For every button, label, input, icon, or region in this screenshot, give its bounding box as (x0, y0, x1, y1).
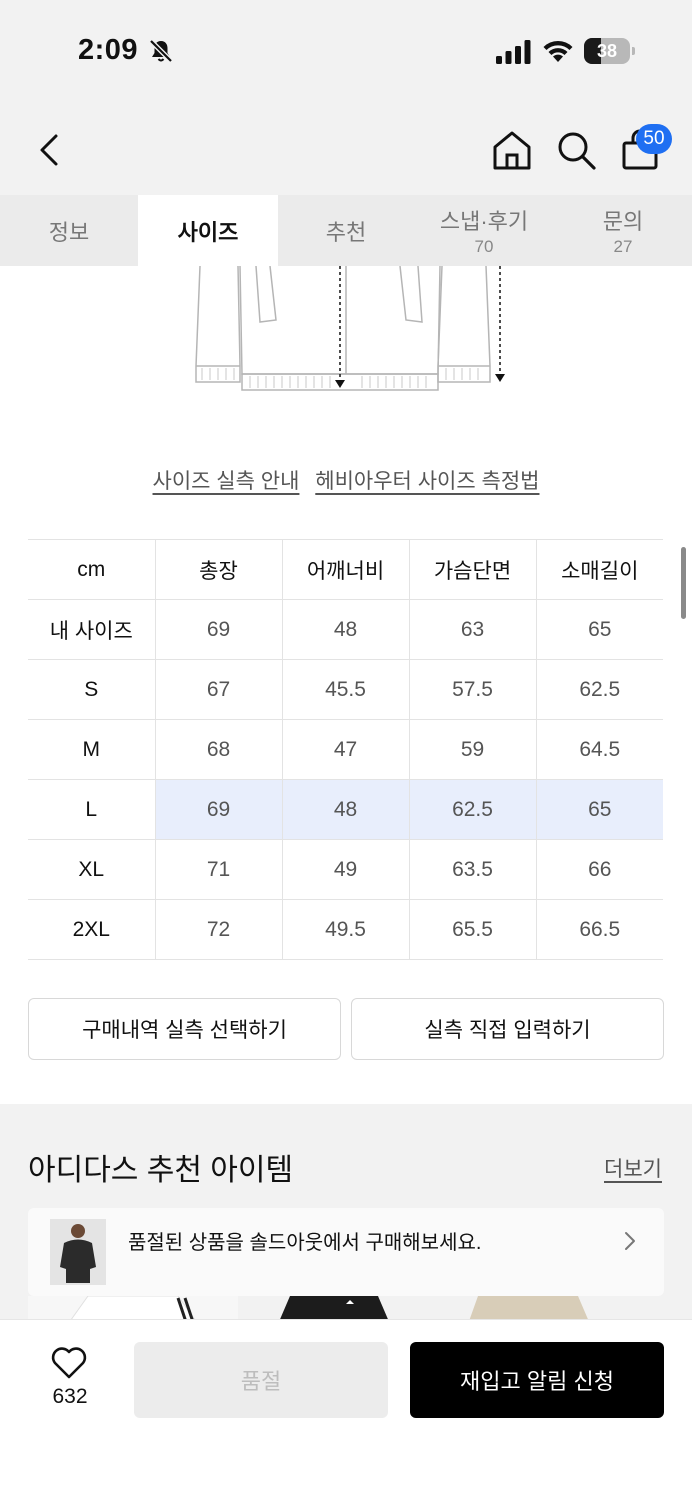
soldout-banner-text: 품절된 상품을 솔드아웃에서 구매해보세요. (128, 1232, 482, 1254)
cart-count-badge: 50 (636, 124, 672, 154)
garment-measurement-illustration (195, 266, 505, 391)
recommend-title: 아디다스 추천 아이템 (28, 1154, 294, 1187)
soldout-banner[interactable]: 품절된 상품을 솔드아웃에서 구매해보세요. (28, 1208, 664, 1296)
table-cell: 62.5 (535, 659, 663, 720)
size-table: cm 총장 어깨너비 가슴단면 소매길이 내 사이즈 69 48 63 65 S… (28, 539, 663, 960)
table-cell: 65.5 (408, 899, 537, 960)
heavy-outer-measure-link[interactable]: 헤비아우터 사이즈 측정법 (315, 470, 539, 493)
table-cell: 57.5 (408, 659, 537, 720)
row-label: S (28, 659, 156, 720)
signal-icon (496, 40, 531, 64)
tab-recommend[interactable]: 추천 (278, 195, 414, 266)
table-row: 2XL 72 49.5 65.5 66.5 (28, 899, 663, 960)
table-cell: 71 (154, 839, 283, 900)
back-chevron-icon[interactable] (30, 128, 70, 172)
tab-count: 27 (613, 237, 633, 256)
tab-info[interactable]: 정보 (0, 195, 138, 266)
table-cell: 65 (535, 599, 663, 660)
tab-label: 추천 (325, 219, 367, 245)
tab-label: 스냅·후기 (439, 209, 529, 234)
manual-measure-input-button[interactable]: 실측 직접 입력하기 (351, 998, 664, 1060)
restock-alert-button[interactable]: 재입고 알림 신청 (410, 1342, 664, 1418)
tab-size[interactable]: 사이즈 (138, 195, 278, 266)
row-label: XL (28, 839, 156, 900)
purchase-history-measure-button[interactable]: 구매내역 실측 선택하기 (28, 998, 341, 1060)
battery-level: 38 (596, 41, 618, 61)
row-label: M (28, 719, 156, 780)
table-cell: 66.5 (535, 899, 663, 960)
battery-icon: 38 (584, 38, 636, 64)
table-row: XL 71 49 63.5 66 (28, 839, 663, 900)
table-cell: 63.5 (408, 839, 537, 900)
heart-icon[interactable] (50, 1346, 88, 1380)
table-cell: 49 (281, 839, 410, 900)
row-label: 내 사이즈 (28, 599, 156, 660)
wifi-icon (543, 40, 573, 62)
table-cell: 59 (408, 719, 537, 780)
recommend-more-link[interactable]: 더보기 (604, 1153, 662, 1183)
size-table-header-row: cm 총장 어깨너비 가슴단면 소매길이 (28, 539, 663, 600)
table-row: M 68 47 59 64.5 (28, 719, 663, 780)
table-row-highlighted: L 69 48 62.5 65 (28, 779, 663, 840)
table-row: 내 사이즈 69 48 63 65 (28, 599, 663, 660)
column-header: 소매길이 (535, 539, 663, 600)
table-cell: 68 (154, 719, 283, 780)
table-cell: 48 (281, 779, 410, 840)
table-cell: 67 (154, 659, 283, 720)
size-guide-links: 사이즈 실측 안내 헤비아우터 사이즈 측정법 (0, 465, 692, 495)
table-cell: 62.5 (408, 779, 537, 840)
chevron-right-icon (625, 1232, 635, 1250)
tab-inquiry[interactable]: 문의 27 (554, 195, 692, 266)
row-label: L (28, 779, 156, 840)
unit-header: cm (28, 539, 156, 600)
table-cell: 72 (154, 899, 283, 960)
product-tabs: 정보 사이즈 추천 스냅·후기 70 문의 27 (0, 195, 692, 266)
search-icon[interactable] (554, 128, 598, 172)
column-header: 총장 (154, 539, 283, 600)
tab-snap-review[interactable]: 스냅·후기 70 (414, 195, 554, 266)
like-count: 632 (52, 1385, 88, 1408)
column-header: 가슴단면 (408, 539, 537, 600)
column-header: 어깨너비 (281, 539, 410, 600)
soldout-button: 품절 (134, 1342, 388, 1418)
table-cell: 45.5 (281, 659, 410, 720)
table-cell: 69 (154, 779, 283, 840)
bell-slash-icon (149, 39, 173, 63)
table-cell: 47 (281, 719, 410, 780)
row-label: 2XL (28, 899, 156, 960)
table-cell: 64.5 (535, 719, 663, 780)
tab-label: 문의 (602, 209, 644, 234)
tab-count: 70 (474, 237, 494, 256)
table-cell: 65 (535, 779, 663, 840)
table-row: S 67 45.5 57.5 62.5 (28, 659, 663, 720)
size-measure-guide-link[interactable]: 사이즈 실측 안내 (153, 470, 300, 493)
home-icon[interactable] (490, 128, 534, 172)
table-cell: 63 (408, 599, 537, 660)
table-scrollbar[interactable] (681, 547, 686, 619)
table-cell: 49.5 (281, 899, 410, 960)
table-cell: 66 (535, 839, 663, 900)
tab-label: 정보 (48, 219, 90, 245)
product-thumbnail (50, 1219, 106, 1285)
table-cell: 48 (281, 599, 410, 660)
table-cell: 69 (154, 599, 283, 660)
status-time: 2:09 (78, 34, 139, 66)
tab-label: 사이즈 (177, 219, 239, 245)
